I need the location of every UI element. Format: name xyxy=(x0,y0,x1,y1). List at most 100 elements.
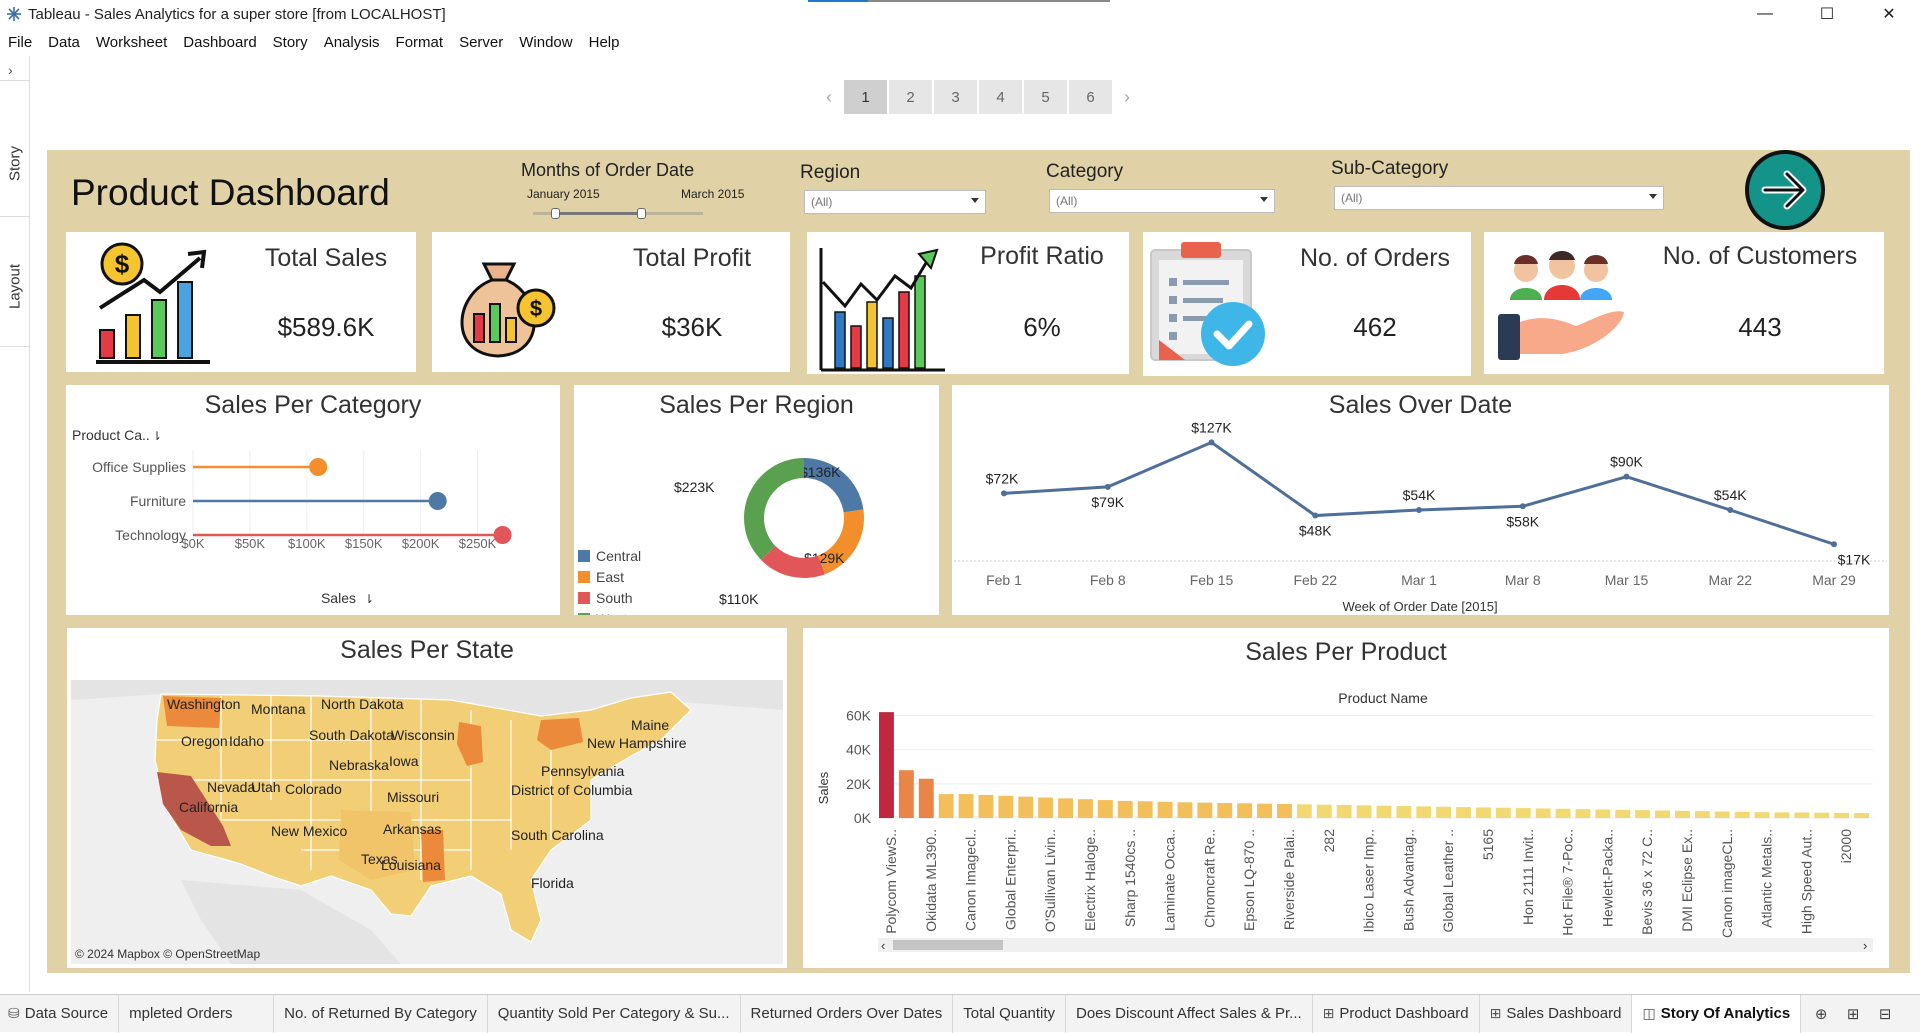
product-bar[interactable] xyxy=(1396,806,1412,818)
product-bar[interactable] xyxy=(1734,811,1750,818)
maximize-button[interactable]: ☐ xyxy=(1796,0,1858,28)
product-bar[interactable] xyxy=(1177,802,1193,818)
product-bar[interactable] xyxy=(1535,808,1551,818)
menu-story[interactable]: Story xyxy=(265,34,316,51)
product-bar[interactable] xyxy=(1237,803,1253,818)
sheet-tab-mpleted-orders[interactable]: mpleted Orders xyxy=(119,994,275,1033)
months-slider-track[interactable] xyxy=(533,208,703,219)
horizontal-scrollbar[interactable] xyxy=(878,938,1873,952)
product-bar[interactable] xyxy=(1575,809,1591,818)
story-point-3[interactable]: 3 xyxy=(934,80,977,114)
menu-server[interactable]: Server xyxy=(451,34,511,51)
line-point[interactable] xyxy=(1416,507,1422,513)
sheet-tab-data-source[interactable]: ⛁ Data Source xyxy=(0,994,120,1033)
line-point[interactable] xyxy=(1312,512,1319,519)
menu-help[interactable]: Help xyxy=(581,34,628,51)
story-point-2[interactable]: 2 xyxy=(889,80,932,114)
layout-tab[interactable]: Layout xyxy=(0,226,30,346)
product-bar[interactable] xyxy=(1157,801,1173,818)
story-tab[interactable]: Story xyxy=(0,116,30,211)
story-prev-arrow-icon[interactable]: ‹ xyxy=(816,87,842,108)
product-bar[interactable] xyxy=(1038,797,1054,818)
new-sheet-icon[interactable]: ⊟ xyxy=(1869,1005,1901,1023)
region-dropdown[interactable]: (All) xyxy=(804,190,986,214)
story-point-6[interactable]: 6 xyxy=(1069,80,1112,114)
scrollbar-thumb[interactable] xyxy=(893,940,1003,950)
line-point[interactable] xyxy=(1831,541,1837,548)
product-bar[interactable] xyxy=(1495,807,1511,818)
product-bar[interactable] xyxy=(1117,800,1133,818)
product-bar[interactable] xyxy=(1714,811,1730,818)
state-alabama[interactable] xyxy=(421,830,445,882)
product-bar[interactable] xyxy=(978,794,994,818)
months-slider-start-handle[interactable] xyxy=(551,208,560,219)
product-bar[interactable] xyxy=(1257,803,1272,818)
product-bar[interactable] xyxy=(1814,812,1830,818)
product-bar[interactable] xyxy=(1456,807,1471,818)
menu-worksheet[interactable]: Worksheet xyxy=(88,34,175,51)
sheet-tab-story-of-analytics[interactable]: ◫ Story Of Analytics xyxy=(1632,994,1802,1033)
sort-icon[interactable]: ⇂ xyxy=(152,429,162,443)
product-bar[interactable] xyxy=(1774,812,1790,818)
sheet-tab-no-of-returned-by-category[interactable]: No. of Returned By Category xyxy=(274,994,488,1033)
line-point[interactable] xyxy=(1727,507,1734,513)
product-bar[interactable] xyxy=(1376,805,1392,818)
scroll-left-icon[interactable]: ‹ xyxy=(881,938,885,953)
new-dashboard-icon[interactable]: ⊞ xyxy=(1837,1005,1869,1023)
product-bar[interactable] xyxy=(1515,808,1531,818)
product-bar[interactable] xyxy=(1436,806,1452,818)
sheet-tab-quantity-sold-per-category-su[interactable]: Quantity Sold Per Category & Su... xyxy=(488,994,741,1033)
expand-chevron-icon[interactable]: › xyxy=(8,62,13,78)
sort-icon[interactable]: ⇂ xyxy=(364,592,374,606)
sheet-tab-returned-orders-over-dates[interactable]: Returned Orders Over Dates xyxy=(741,994,954,1033)
line-point[interactable] xyxy=(1519,503,1526,510)
product-bar[interactable] xyxy=(1058,798,1073,818)
new-story-icon[interactable]: ⊕ xyxy=(1805,1005,1837,1023)
sheet-tab-does-discount-affect-sales-pr[interactable]: Does Discount Affect Sales & Pr... xyxy=(1066,994,1313,1033)
product-bar[interactable] xyxy=(1476,807,1491,818)
sheet-tab-total-quantity[interactable]: Total Quantity xyxy=(953,994,1066,1033)
lollipop-dot[interactable] xyxy=(493,526,512,544)
story-point-5[interactable]: 5 xyxy=(1024,80,1067,114)
product-bar[interactable] xyxy=(938,794,954,818)
us-sales-map[interactable]: Washington Montana North Dakota Oregon Idaho… xyxy=(71,680,783,964)
product-bar[interactable] xyxy=(1097,800,1113,818)
menu-dashboard[interactable]: Dashboard xyxy=(175,34,264,51)
product-bar[interactable] xyxy=(1694,811,1710,818)
product-bar[interactable] xyxy=(1635,810,1651,818)
line-point[interactable] xyxy=(1104,483,1111,490)
product-bar[interactable] xyxy=(1655,810,1670,818)
product-bar[interactable] xyxy=(1675,810,1690,818)
story-point-4[interactable]: 4 xyxy=(979,80,1022,114)
story-point-1[interactable]: 1 xyxy=(844,80,887,114)
product-bar[interactable] xyxy=(1854,813,1869,818)
product-bar[interactable] xyxy=(1197,802,1213,818)
product-bar[interactable] xyxy=(1794,812,1810,818)
product-bar[interactable] xyxy=(998,795,1014,818)
menu-analysis[interactable]: Analysis xyxy=(316,34,388,51)
sheet-tab-product-dashboard[interactable]: ⊞ Product Dashboard xyxy=(1313,994,1480,1033)
category-dropdown[interactable]: (All) xyxy=(1049,189,1275,213)
scroll-right-icon[interactable]: › xyxy=(1863,938,1867,953)
product-bar[interactable] xyxy=(1316,804,1332,818)
menu-data[interactable]: Data xyxy=(40,34,88,51)
product-bar[interactable] xyxy=(1018,796,1034,818)
line-point[interactable] xyxy=(1208,439,1215,446)
product-bar[interactable] xyxy=(1555,808,1571,818)
donut-slice[interactable] xyxy=(744,458,804,560)
product-bar[interactable] xyxy=(1078,799,1093,818)
product-bar[interactable] xyxy=(1416,806,1432,818)
product-bar[interactable] xyxy=(1615,809,1631,818)
close-button[interactable]: ✕ xyxy=(1858,0,1920,28)
product-bar[interactable] xyxy=(1754,812,1770,818)
product-bar[interactable] xyxy=(879,712,894,818)
lollipop-dot[interactable] xyxy=(309,458,328,476)
product-bar[interactable] xyxy=(1356,805,1372,818)
line-point[interactable] xyxy=(1001,490,1007,497)
product-bar[interactable] xyxy=(1277,803,1292,818)
product-bar[interactable] xyxy=(898,770,914,818)
product-bar[interactable] xyxy=(1595,809,1611,818)
next-dashboard-button[interactable] xyxy=(1745,150,1825,230)
product-bar[interactable] xyxy=(958,794,974,818)
subcategory-dropdown[interactable]: (All) xyxy=(1334,186,1664,210)
